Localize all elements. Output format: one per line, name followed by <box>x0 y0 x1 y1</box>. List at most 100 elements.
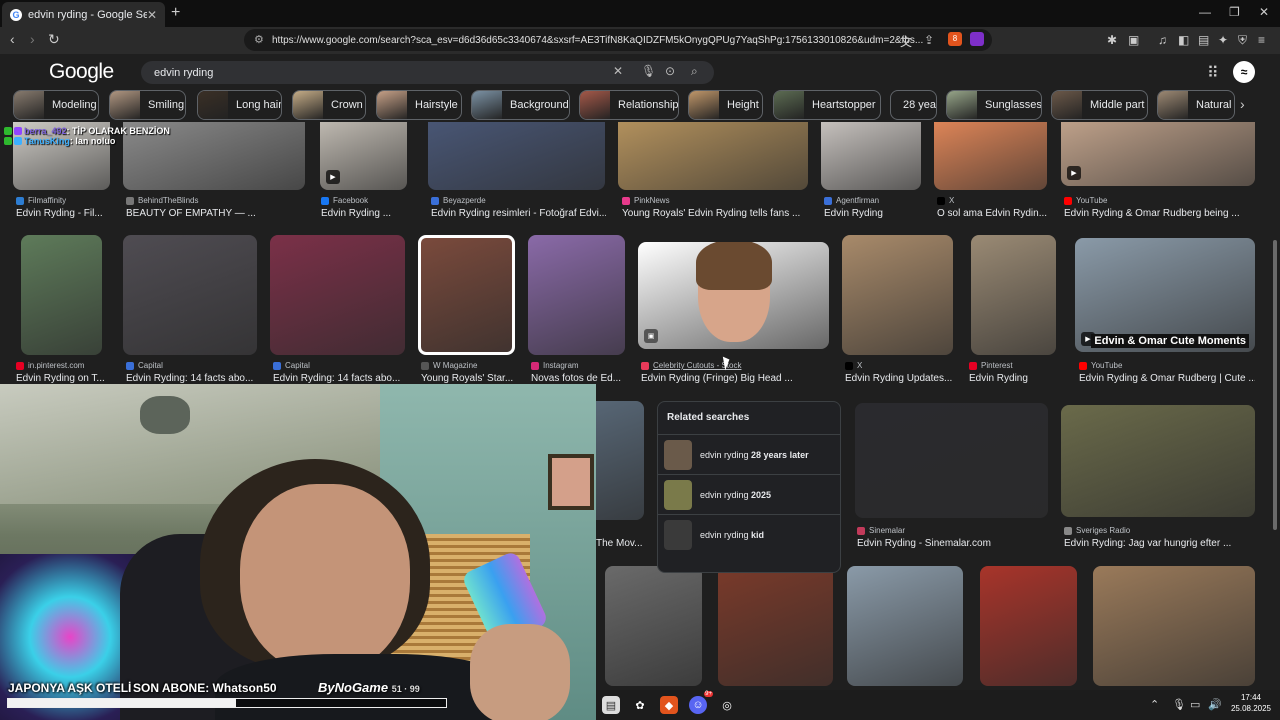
brave-shield-icon[interactable]: 8 <box>948 32 962 46</box>
file-explorer-icon[interactable]: ▤ <box>602 696 620 714</box>
result-image[interactable]: ▶ Edvin & Omar Cute Moments <box>1075 238 1255 352</box>
result-image[interactable] <box>1061 405 1255 517</box>
result-caption[interactable]: Novas fotos de Ed... <box>531 373 621 384</box>
result-source[interactable]: Sinemalar <box>857 526 905 535</box>
chip-sunglasses[interactable]: Sunglasses <box>946 90 1042 120</box>
google-logo[interactable]: Google <box>49 60 114 84</box>
tray-expand-icon[interactable]: ⌃ <box>1150 698 1159 711</box>
close-tab-icon[interactable]: ✕ <box>147 8 157 22</box>
sidebar-icon[interactable]: ◧ <box>1178 33 1189 47</box>
result-source[interactable]: Capital <box>126 361 163 370</box>
result-source[interactable]: YouTube <box>1079 361 1122 370</box>
vpn-icon[interactable]: ⛨ <box>1238 33 1247 48</box>
restore-icon[interactable]: ❐ <box>1229 5 1240 19</box>
menu-icon[interactable]: ≡ <box>1258 33 1265 47</box>
search-icon[interactable]: ⌕ <box>691 64 698 79</box>
result-caption[interactable]: Edvin Ryding: 14 facts abo... <box>273 373 403 384</box>
chevron-right-icon[interactable]: › <box>1240 96 1245 112</box>
chatgpt-icon[interactable]: ✿ <box>631 696 649 714</box>
result-image[interactable]: ▣ <box>638 242 829 349</box>
chip-long-hair[interactable]: Long hair <box>197 90 282 120</box>
result-image[interactable] <box>934 122 1047 190</box>
result-image[interactable] <box>618 122 808 190</box>
translate-icon[interactable]: 文 <box>900 33 912 50</box>
result-image[interactable] <box>21 235 102 355</box>
apps-grid-icon[interactable]: ⠿ <box>1207 63 1219 83</box>
tray-mic-icon[interactable]: 🎙 <box>1172 698 1186 711</box>
url-field[interactable]: ⚙ https://www.google.com/search?sca_esv=… <box>244 29 992 51</box>
result-source[interactable]: X <box>937 196 954 205</box>
result-image[interactable]: ▶ <box>320 122 407 190</box>
reload-icon[interactable]: ↻ <box>48 31 60 48</box>
result-image[interactable] <box>605 566 702 686</box>
tray-volume-icon[interactable]: 🔊 <box>1208 698 1222 711</box>
tray-network-icon[interactable]: ▭ <box>1190 698 1200 711</box>
result-image[interactable] <box>855 403 1048 518</box>
result-caption[interactable]: Edvin Ryding Updates... <box>845 373 955 384</box>
clear-icon[interactable]: ✕ <box>613 64 623 78</box>
close-window-icon[interactable]: ✕ <box>1259 5 1269 19</box>
taskbar-clock[interactable]: 17:44 25.08.2025 <box>1226 692 1276 714</box>
result-source[interactable]: Pinterest <box>969 361 1013 370</box>
related-search-item[interactable]: edvin ryding 28 years later <box>658 434 840 474</box>
related-search-item[interactable]: edvin ryding 2025 <box>658 474 840 514</box>
result-source[interactable]: BehindTheBlinds <box>126 196 198 205</box>
chip-smiling[interactable]: Smiling <box>109 90 186 120</box>
result-source[interactable]: Instagram <box>531 361 579 370</box>
chip-crown[interactable]: Crown <box>292 90 366 120</box>
back-icon[interactable]: ‹ <box>10 31 15 47</box>
brave-rewards-icon[interactable] <box>970 32 984 46</box>
brave-browser-icon[interactable]: ◆ <box>660 696 678 714</box>
chip-natural[interactable]: Natural <box>1157 90 1235 120</box>
search-input[interactable]: edvin ryding ✕ 🎙 ⊙ ⌕ <box>141 61 714 84</box>
chip-middle-part[interactable]: Middle part <box>1051 90 1148 120</box>
result-caption[interactable]: Young Royals' Edvin Ryding tells fans ..… <box>622 208 812 219</box>
avatar[interactable]: ≈ <box>1233 61 1255 83</box>
chip-hairstyle[interactable]: Hairstyle <box>376 90 462 120</box>
share-icon[interactable]: ⇪ <box>924 33 934 47</box>
result-caption[interactable]: Edvin Ryding - Sinemalar.com <box>857 538 1047 549</box>
chip-28-year[interactable]: 28 year <box>890 90 937 120</box>
chip-background[interactable]: Background <box>471 90 570 120</box>
result-source[interactable]: Beyazperde <box>431 196 486 205</box>
result-source[interactable]: Capital <box>273 361 310 370</box>
result-image[interactable] <box>980 566 1077 686</box>
related-search-item[interactable]: edvin ryding kid <box>658 514 840 554</box>
leo-ai-icon[interactable]: ✦ <box>1218 33 1228 47</box>
lens-icon[interactable]: ⊙ <box>665 64 675 78</box>
new-tab-button[interactable]: + <box>171 4 180 22</box>
result-source[interactable]: Sveriges Radio <box>1064 526 1130 535</box>
result-image[interactable] <box>528 235 625 355</box>
chip-modeling[interactable]: Modeling <box>13 90 99 120</box>
site-info-icon[interactable]: ⚙ <box>254 33 264 46</box>
obs-icon[interactable]: ◎ <box>718 696 736 714</box>
result-image[interactable] <box>428 122 605 190</box>
result-image[interactable]: ▶ <box>1061 122 1255 186</box>
minimize-icon[interactable]: — <box>1199 5 1211 19</box>
result-image[interactable] <box>1093 566 1255 686</box>
wallet-icon[interactable]: ▤ <box>1198 33 1209 47</box>
chip-height[interactable]: Height <box>688 90 763 120</box>
result-image[interactable] <box>718 566 833 686</box>
tab-google-search[interactable]: G edvin ryding - Google Search ✕ <box>2 2 165 27</box>
result-source[interactable]: YouTube <box>1064 196 1107 205</box>
result-source[interactable]: Facebook <box>321 196 368 205</box>
result-caption[interactable]: Edvin Ryding: 14 facts abo... <box>126 373 256 384</box>
result-source[interactable]: Agentfirman <box>824 196 879 205</box>
result-image[interactable] <box>847 566 963 686</box>
result-caption[interactable]: Edvin Ryding & Omar Rudberg being ... <box>1064 208 1254 219</box>
result-caption[interactable]: The Mov... <box>596 538 644 549</box>
media-icon[interactable]: ♫ <box>1158 33 1167 47</box>
result-source[interactable]: Filmaffinity <box>16 196 66 205</box>
result-caption[interactable]: Edvin Ryding & Omar Rudberg | Cute ... <box>1079 373 1255 384</box>
result-image[interactable] <box>123 235 257 355</box>
result-image[interactable] <box>971 235 1056 355</box>
result-caption[interactable]: O sol ama Edvin Rydin... <box>937 208 1052 219</box>
chip-heartstopper[interactable]: Heartstopper <box>773 90 881 120</box>
result-caption[interactable]: Edvin Ryding resimleri - Fotoğraf Edvi..… <box>431 208 606 219</box>
result-source[interactable]: W Magazine <box>421 361 477 370</box>
forward-icon[interactable]: › <box>30 31 35 47</box>
result-source[interactable]: in.pinterest.com <box>16 361 84 370</box>
result-image[interactable] <box>418 235 515 355</box>
extensions-icon[interactable]: ✱ <box>1107 33 1117 47</box>
